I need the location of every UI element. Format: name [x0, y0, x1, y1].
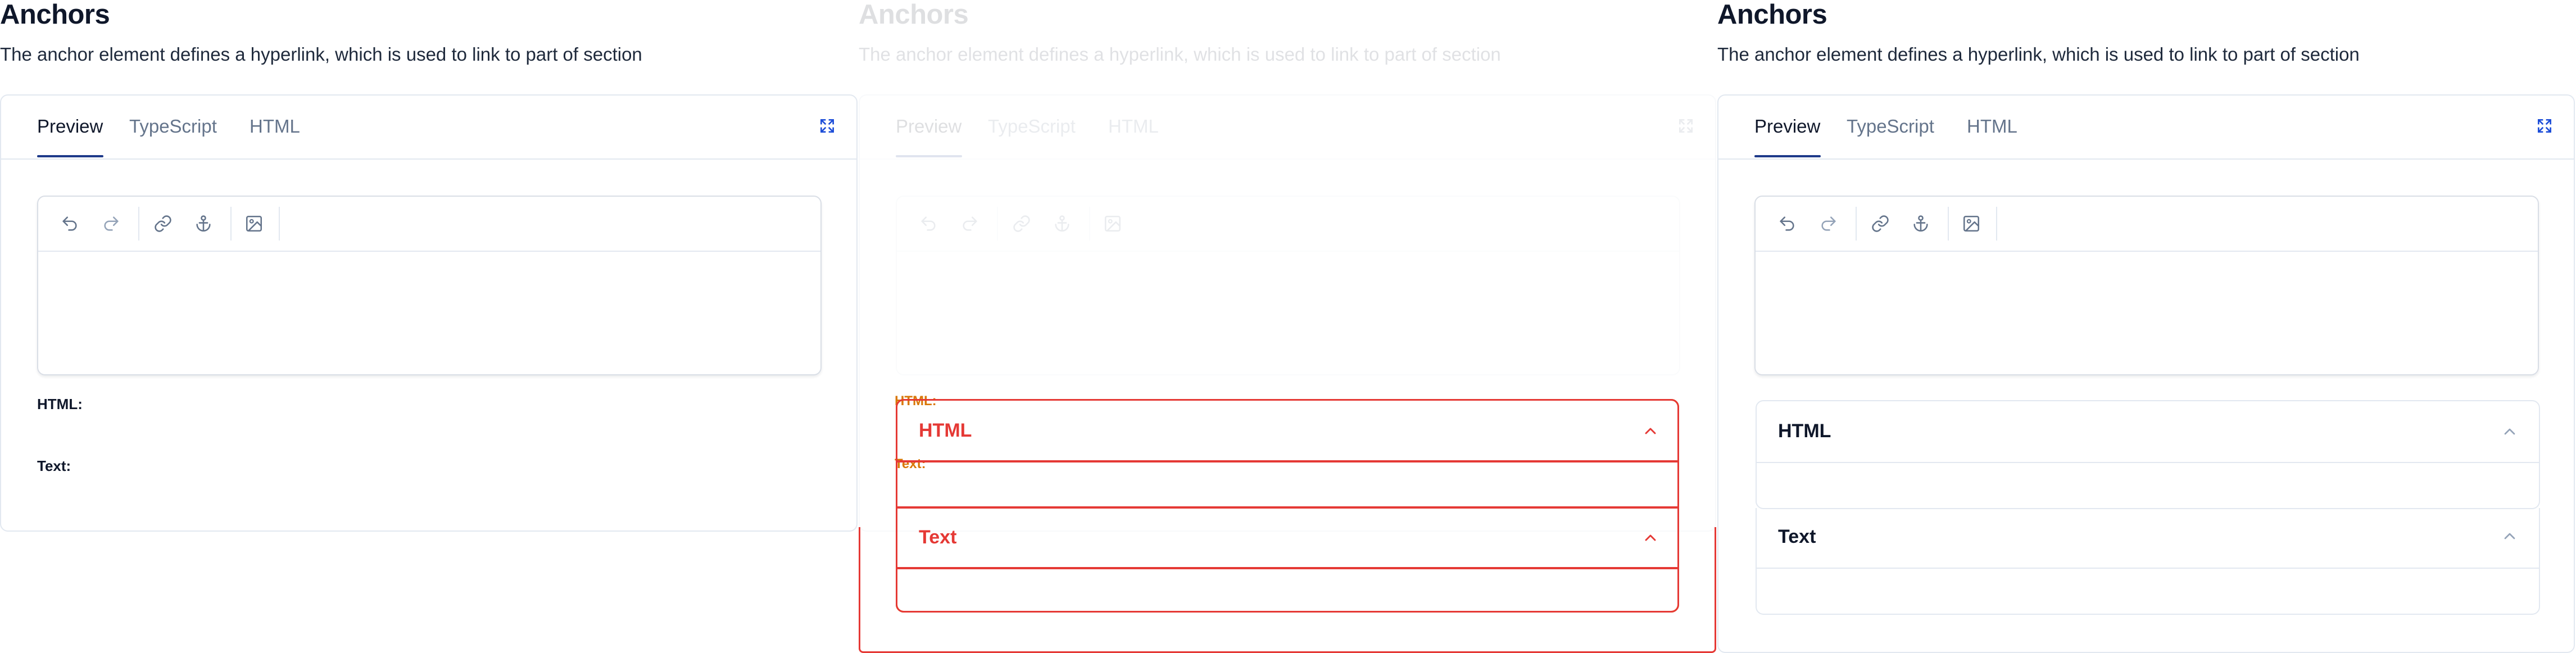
chevron-up-icon[interactable]	[1641, 529, 1659, 547]
editor-toolbar	[897, 197, 1679, 252]
redo-button[interactable]	[1814, 209, 1843, 238]
redo-icon	[1821, 216, 1836, 231]
toolbar-divider	[1856, 207, 1857, 241]
tab-typescript[interactable]: TypeScript	[1847, 116, 1934, 137]
anchor-icon	[1055, 215, 1069, 232]
undo-button[interactable]	[55, 209, 84, 238]
demo-card: Preview TypeScript HTML	[1717, 94, 2575, 653]
toolbar-divider	[279, 207, 280, 241]
accordion-text-header-highlight: Text	[896, 507, 1679, 569]
expand-icon[interactable]	[1677, 117, 1695, 135]
image-icon	[246, 215, 262, 232]
undo-icon	[1780, 216, 1794, 231]
section-title: Anchors	[859, 0, 969, 30]
chevron-up-icon[interactable]	[2501, 423, 2519, 441]
accordion-html-title: HTML	[1778, 420, 1831, 442]
tab-html[interactable]: HTML	[1967, 116, 2017, 137]
link-icon	[1872, 215, 1889, 232]
html-output-label: HTML:	[37, 396, 83, 412]
anchors-demo-before: Anchors The anchor element defines a hyp…	[0, 0, 859, 653]
anchor-button[interactable]	[1047, 209, 1077, 238]
anchor-icon	[1913, 215, 1928, 232]
active-tab-indicator	[896, 155, 962, 157]
editor-content-area[interactable]	[1756, 251, 2538, 374]
chevron-up-icon[interactable]	[2501, 527, 2519, 545]
anchors-demo-transition: Anchors The anchor element defines a hyp…	[859, 0, 1717, 653]
link-icon	[155, 215, 171, 232]
section-title: Anchors	[1717, 0, 1827, 30]
accordion-html-body-highlight	[896, 461, 1679, 508]
tab-bar: Preview TypeScript HTML	[1718, 96, 2574, 160]
editor-content-area[interactable]	[897, 251, 1679, 374]
accordion-html-header-highlight: HTML	[896, 399, 1679, 462]
editor-toolbar	[38, 197, 820, 252]
accordion-text-title: Text	[1778, 526, 1816, 547]
redo-button[interactable]	[97, 209, 126, 238]
undo-button[interactable]	[914, 209, 943, 238]
active-tab-indicator	[1754, 155, 1821, 157]
toolbar-divider	[1948, 207, 1949, 241]
link-button[interactable]	[1866, 209, 1895, 238]
toolbar-divider	[1089, 207, 1090, 241]
image-button[interactable]	[1957, 209, 1986, 238]
active-tab-indicator	[37, 155, 103, 157]
undo-icon	[921, 216, 936, 231]
rich-text-editor	[37, 196, 822, 375]
tab-preview[interactable]: Preview	[37, 116, 103, 137]
tab-typescript[interactable]: TypeScript	[988, 116, 1076, 137]
tab-preview[interactable]: Preview	[1754, 116, 1820, 137]
accordion-html-header[interactable]: HTML	[1757, 401, 2539, 463]
accordion-text-body-highlight	[896, 568, 1679, 613]
section-description: The anchor element defines a hyperlink, …	[859, 44, 1501, 65]
demo-card: Preview TypeScript HTML	[0, 94, 858, 532]
section-description: The anchor element defines a hyperlink, …	[1717, 44, 2360, 65]
anchors-demo-after: Anchors The anchor element defines a hyp…	[1717, 0, 2576, 653]
link-button[interactable]	[148, 209, 178, 238]
section-title: Anchors	[0, 0, 110, 30]
anchor-icon	[196, 215, 211, 232]
redo-icon	[963, 216, 977, 231]
rich-text-editor	[1754, 196, 2539, 375]
chevron-up-icon[interactable]	[1641, 422, 1659, 440]
undo-icon	[62, 216, 77, 231]
accordion-text-header[interactable]: Text	[1757, 508, 2539, 569]
tab-bar: Preview TypeScript HTML	[860, 96, 1715, 160]
image-icon	[1963, 215, 1980, 232]
accordion-html: HTML	[1756, 400, 2540, 509]
tab-html[interactable]: HTML	[1108, 116, 1159, 137]
link-icon	[1013, 215, 1030, 232]
editor-toolbar	[1756, 197, 2538, 252]
editor-content-area[interactable]	[38, 251, 820, 374]
accordion-text: Text	[1756, 508, 2540, 615]
image-icon	[1104, 215, 1121, 232]
toolbar-divider	[138, 207, 139, 241]
tab-html[interactable]: HTML	[250, 116, 300, 137]
image-button[interactable]	[1098, 209, 1127, 238]
accordion-text-title: Text	[919, 527, 957, 548]
text-output-label: Text:	[37, 457, 71, 474]
redo-button[interactable]	[955, 209, 985, 238]
redo-icon	[104, 216, 119, 231]
toolbar-divider	[1996, 207, 1997, 241]
tab-preview[interactable]: Preview	[896, 116, 962, 137]
tab-bar: Preview TypeScript HTML	[1, 96, 856, 160]
accordion-html-title: HTML	[919, 420, 972, 441]
toolbar-divider	[230, 207, 232, 241]
undo-button[interactable]	[1772, 209, 1802, 238]
link-button[interactable]	[1007, 209, 1036, 238]
anchor-button[interactable]	[189, 209, 218, 238]
toolbar-divider	[997, 207, 998, 241]
expand-icon[interactable]	[818, 117, 836, 135]
image-button[interactable]	[239, 209, 269, 238]
rich-text-editor	[896, 196, 1680, 375]
expand-icon[interactable]	[2536, 117, 2554, 135]
anchor-button[interactable]	[1906, 209, 1935, 238]
tab-typescript[interactable]: TypeScript	[129, 116, 217, 137]
section-description: The anchor element defines a hyperlink, …	[0, 44, 642, 65]
